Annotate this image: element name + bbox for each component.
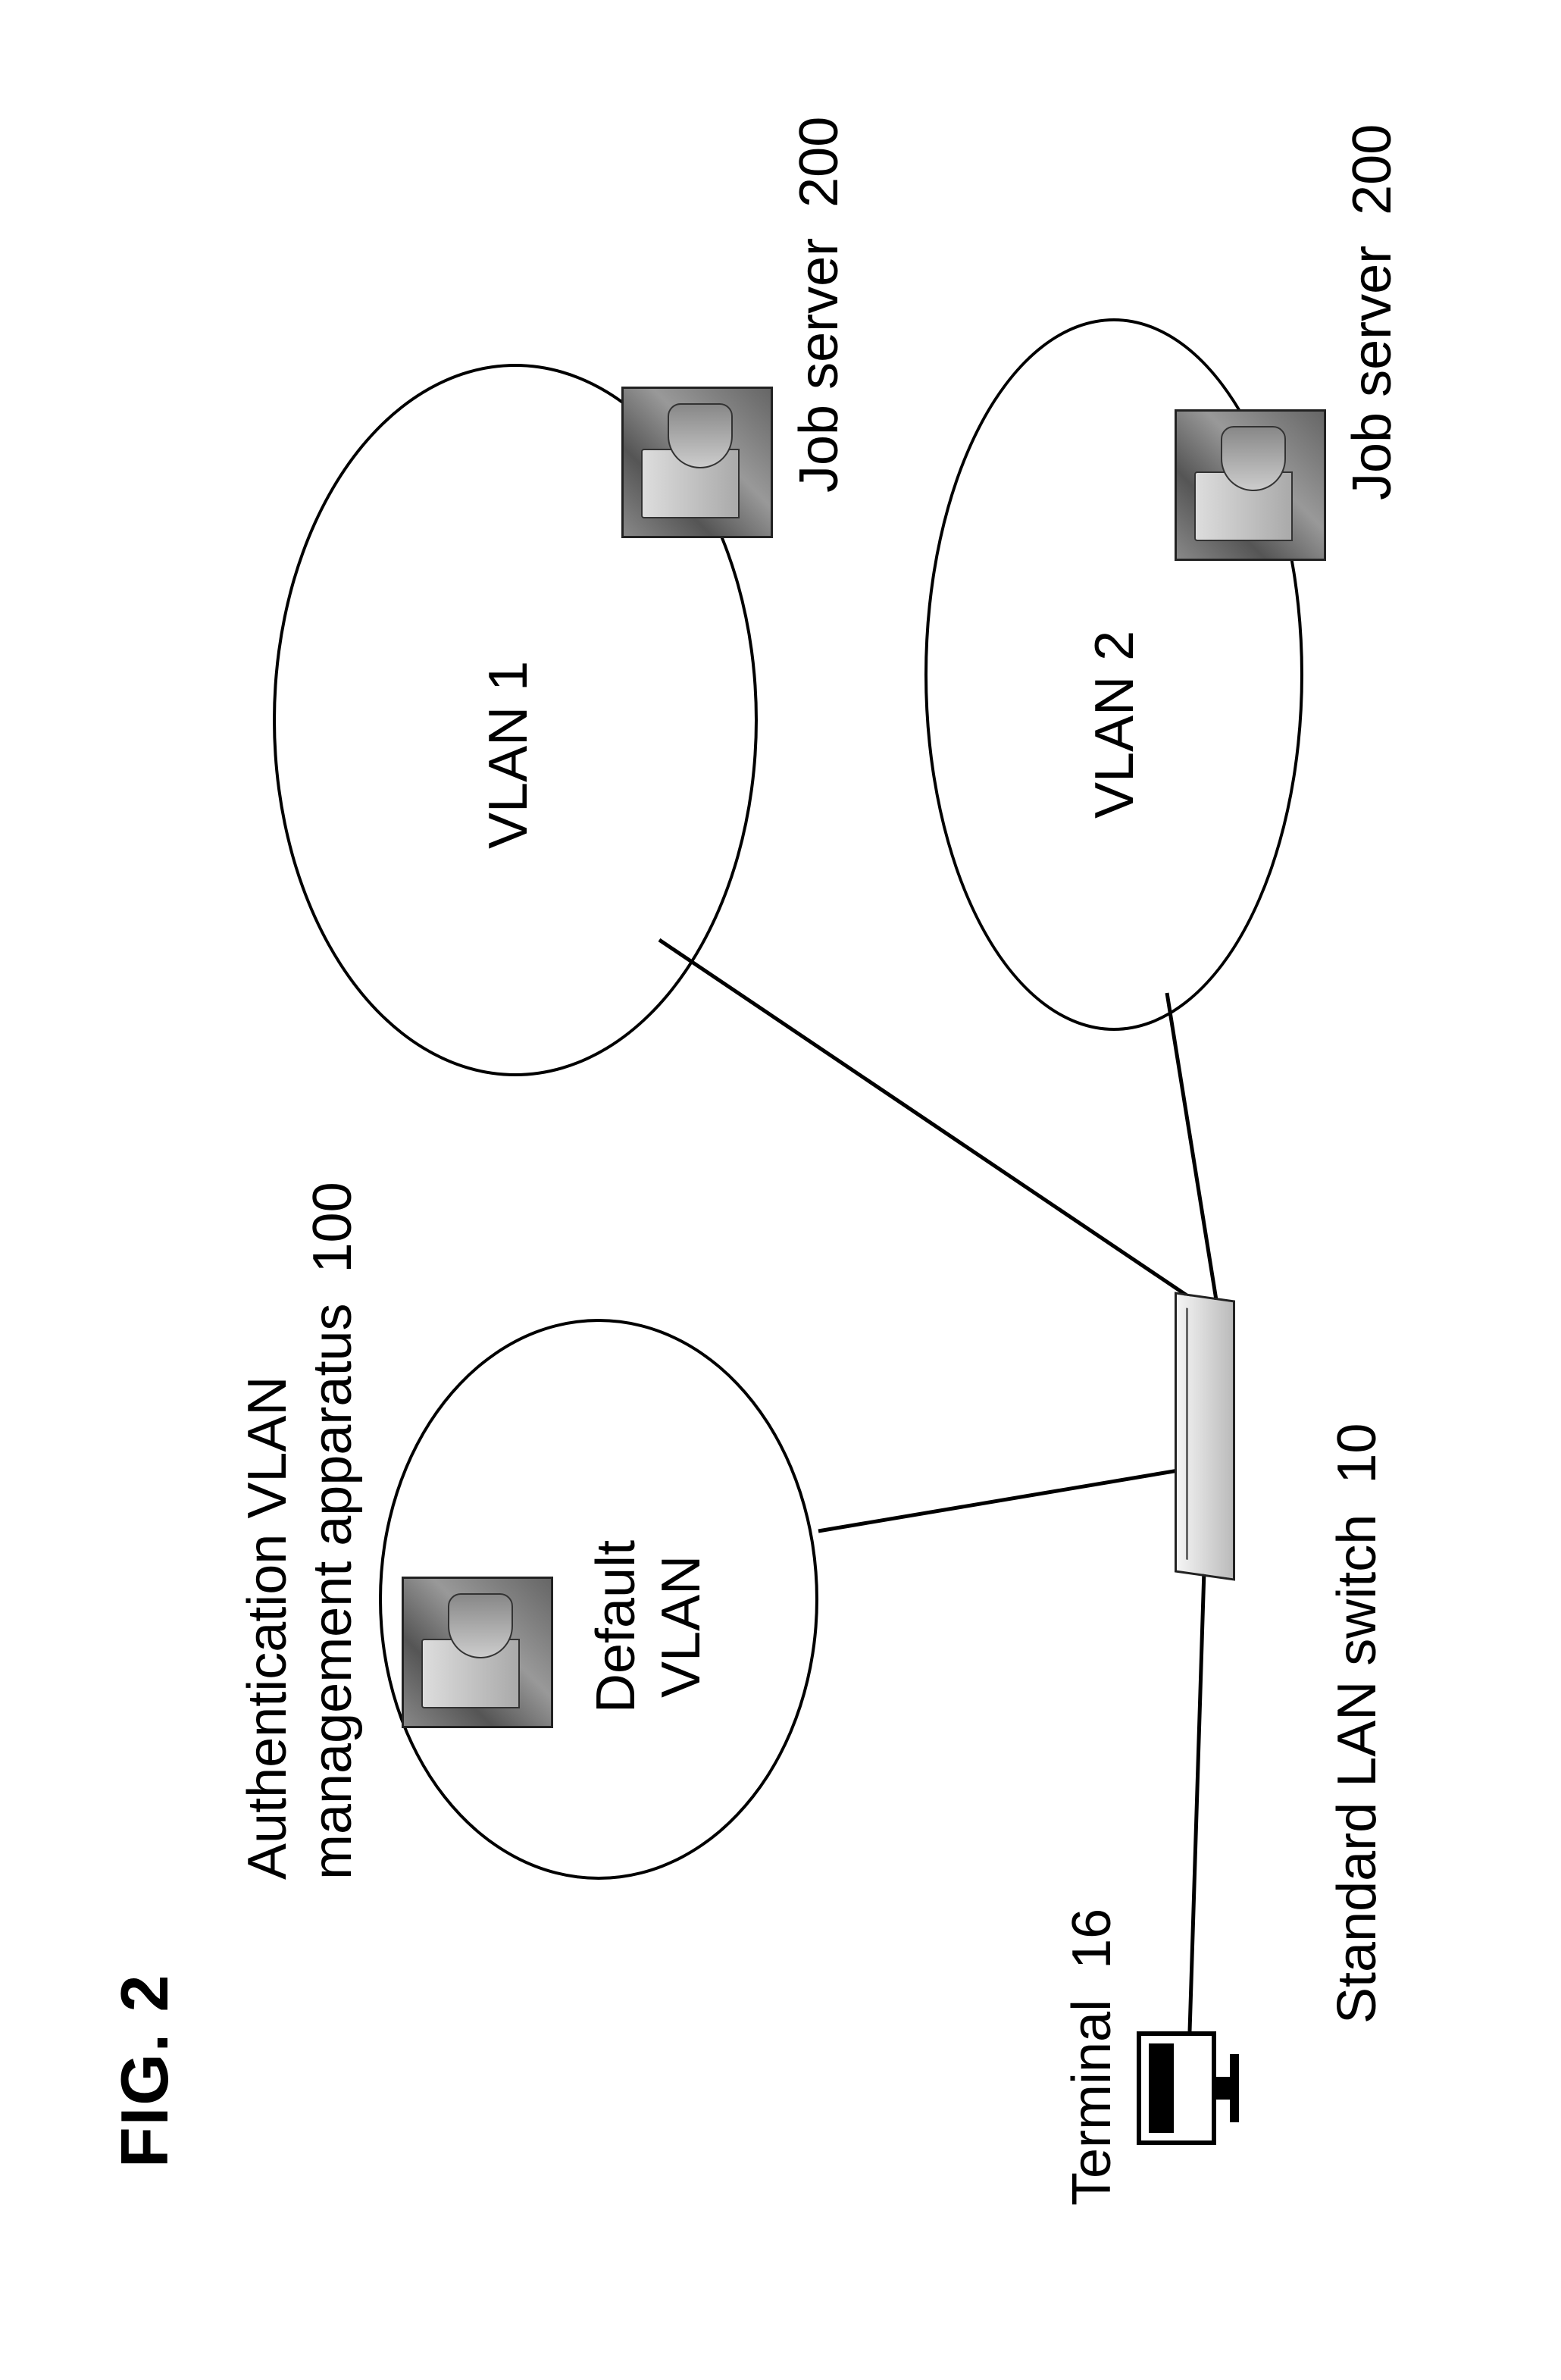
jobserver1-label: Job server 200 bbox=[788, 117, 850, 493]
figure-label: FIG. 2 bbox=[106, 1974, 183, 2169]
terminal-label: Terminal 16 bbox=[1061, 1909, 1123, 2206]
switch-label: Standard LAN switch 10 bbox=[1326, 1423, 1388, 2024]
switch-icon bbox=[1175, 1292, 1235, 1580]
vlan1-label: VLAN 1 bbox=[477, 661, 540, 849]
terminal-icon bbox=[1137, 2031, 1243, 2145]
default-vlan-label: Default VLAN bbox=[583, 1540, 715, 1713]
vlan2-label: VLAN 2 bbox=[1084, 631, 1146, 819]
jobserver2-icon bbox=[1175, 409, 1326, 561]
auth-apparatus-icon bbox=[402, 1577, 553, 1728]
auth-apparatus-label: Authentication VLAN management apparatus… bbox=[235, 1182, 366, 1880]
jobserver1-icon bbox=[621, 387, 773, 538]
diagram-canvas: FIG. 2 Authentication VLAN management ap… bbox=[0, 0, 1561, 2380]
jobserver2-label: Job server 200 bbox=[1341, 124, 1403, 500]
